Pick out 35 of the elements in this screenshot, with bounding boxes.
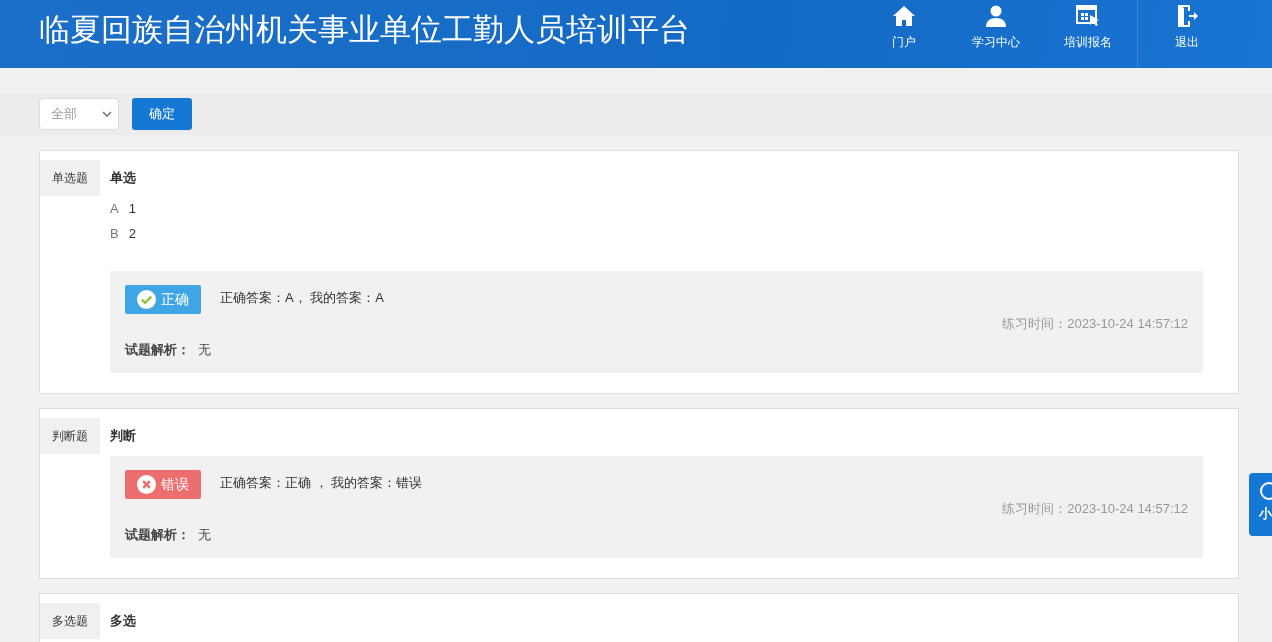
nav-link[interactable]: 门户 xyxy=(858,0,950,68)
practice-time: 练习时间：2023-10-24 14:57:12 xyxy=(1001,315,1188,333)
user-icon xyxy=(984,4,1008,28)
close-icon xyxy=(137,475,156,494)
question-type-label: 多选题 xyxy=(40,603,100,639)
confirm-button[interactable]: 确定 xyxy=(132,98,192,130)
site-title: 临夏回族自治州机关事业单位工勤人员培训平台 xyxy=(39,11,690,49)
nav-link[interactable]: 培训报名 xyxy=(1042,0,1134,68)
result-badge: 错误 xyxy=(125,470,201,499)
analysis-label: 试题解析： xyxy=(125,342,190,357)
floating-tab[interactable]: 小 xyxy=(1249,473,1272,536)
exit-door-icon xyxy=(1175,4,1199,28)
option-letter: A xyxy=(110,201,119,216)
nav-link[interactable]: 学习中心 xyxy=(950,0,1042,68)
option-text: 1 xyxy=(128,201,136,216)
question-type-label: 判断题 xyxy=(40,418,100,454)
question-title: 单选 xyxy=(110,169,137,187)
caret-icon xyxy=(102,111,112,117)
analysis-label: 试题解析： xyxy=(125,527,190,542)
question-title: 多选 xyxy=(110,612,137,630)
calendar-cursor-icon xyxy=(1076,4,1100,28)
question-type-label: 单选题 xyxy=(40,160,100,196)
analysis-text: 无 xyxy=(198,527,211,542)
question-title: 判断 xyxy=(110,427,137,445)
practice-time: 练习时间：2023-10-24 14:57:12 xyxy=(1001,500,1188,518)
type-select[interactable]: 全部 xyxy=(39,98,119,130)
home-icon xyxy=(892,4,916,28)
nav-link[interactable]: 退出 xyxy=(1141,0,1233,68)
check-icon xyxy=(137,290,156,309)
option-text: 2 xyxy=(128,226,136,241)
result-badge: 正确 xyxy=(125,285,201,314)
option-letter: B xyxy=(110,226,119,241)
answer-text: 正确答案：正确 ， 我的答案：错误 xyxy=(220,473,423,492)
analysis-text: 无 xyxy=(198,342,211,357)
answer-text: 正确答案：A， 我的答案：A xyxy=(220,288,384,307)
